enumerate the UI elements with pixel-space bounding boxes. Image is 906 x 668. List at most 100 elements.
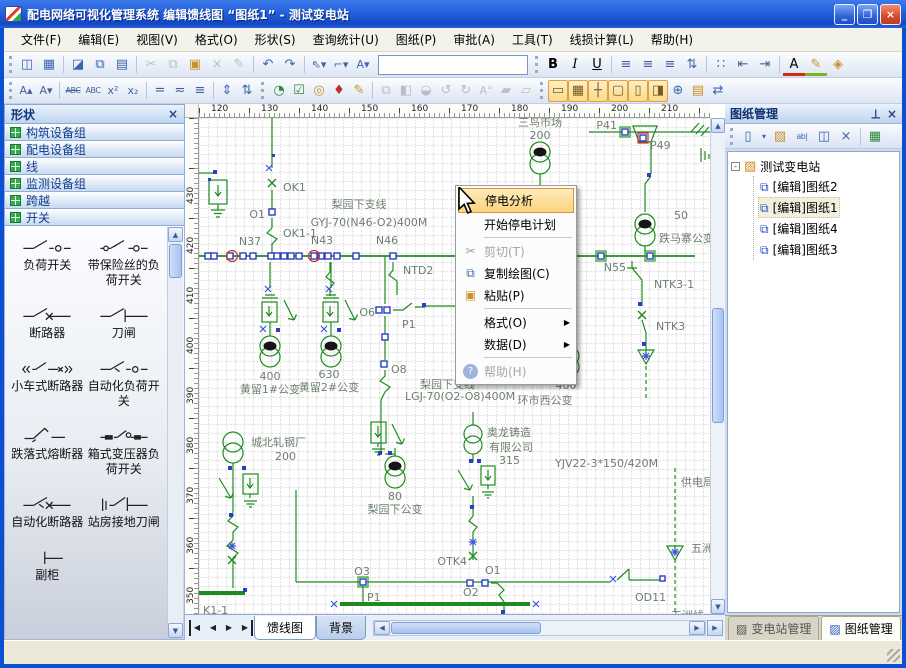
shape-item-dropout-fuse[interactable]: 跌落式熔断器 [9, 425, 86, 477]
flip-horizontal-icon[interactable]: ◧ [396, 80, 416, 102]
guides-toggle-icon[interactable]: ┼ [588, 80, 608, 102]
drawing-tree-item[interactable]: ⧉ [编辑]图纸3 [758, 239, 840, 260]
toolbar-grip[interactable] [9, 56, 13, 73]
menu-item[interactable]: 形状(S) [248, 28, 303, 51]
sheet-tab[interactable]: 馈线图 [254, 616, 316, 640]
italic-icon[interactable]: I [564, 54, 586, 76]
menu-item[interactable]: 视图(V) [129, 28, 185, 51]
copy-icon[interactable]: ⧉ [162, 54, 184, 76]
scrollbar-thumb[interactable] [169, 244, 182, 278]
menu-item[interactable]: 编辑(E) [71, 28, 126, 51]
menu-item[interactable]: 查询统计(U) [306, 28, 386, 51]
shape-item-circuit-breaker[interactable]: 断路器 [9, 304, 86, 341]
align-right-icon[interactable]: ≡ [659, 54, 681, 76]
shape-item-fused-load-switch[interactable]: 带保险丝的负荷开关 [86, 236, 163, 288]
swap-colors-icon[interactable]: ◨ [648, 80, 668, 102]
last-sheet-button[interactable]: ▶ [237, 620, 253, 636]
subscript-icon[interactable]: x₂ [123, 80, 143, 102]
menu-item[interactable]: 图纸(P) [389, 28, 444, 51]
shape-item-trolley-breaker[interactable]: 小车式断路器 [9, 357, 86, 409]
shape-group-bar[interactable]: 开关 [4, 209, 185, 226]
shape-item-automated-load-switch[interactable]: 自动化负荷开关 [86, 357, 163, 409]
rename-drawing-icon[interactable]: ab| [791, 125, 813, 147]
connector-tool-icon[interactable]: ⌐▾ [330, 54, 352, 76]
scroll-left-icon[interactable]: ◀ [374, 621, 390, 635]
shrink-font-icon[interactable]: A▾ [36, 80, 56, 102]
format-painter-icon[interactable]: ✎ [228, 54, 250, 76]
new-drawing-dropdown[interactable]: ▾ [759, 125, 769, 147]
shape-group-bar[interactable]: 构筑设备组 [4, 124, 185, 141]
delete-drawing-icon[interactable]: × [835, 125, 857, 147]
rotate-left-icon[interactable]: ↺ [436, 80, 456, 102]
scroll-down-icon[interactable]: ▼ [168, 623, 183, 638]
scrollbar-corner[interactable]: ▶ [707, 620, 723, 636]
prev-sheet-button[interactable]: ◀ [205, 620, 221, 636]
menu-item[interactable]: 线损计算(L) [563, 28, 641, 51]
space-below-icon[interactable]: ⇅ [237, 80, 257, 102]
shape-item-auxiliary-cabinet[interactable]: 副柜 [9, 546, 86, 583]
pin-icon[interactable]: ⊣ [868, 108, 882, 119]
context-menu-item-cut[interactable]: ✂ 剪切(T) [458, 240, 574, 262]
close-button[interactable]: × [880, 4, 901, 25]
letters-icon[interactable]: ABC [83, 80, 103, 102]
shape-group-bar[interactable]: 配电设备组 [4, 141, 185, 158]
context-menu-item-start-outage-plan[interactable]: 开始停电计划 [458, 213, 574, 235]
space-above-icon[interactable]: ⇕ [217, 80, 237, 102]
shape-group-bar[interactable]: 跨越 [4, 192, 185, 209]
toolbar-grip[interactable] [535, 56, 539, 73]
panel-tab[interactable]: ▨ 变电站管理 [728, 616, 819, 640]
bold-icon[interactable]: B [542, 54, 564, 76]
open-drawing-icon[interactable]: ▨ [769, 125, 791, 147]
context-menu-item-help[interactable]: ? 帮助(H) [458, 360, 574, 382]
scroll-down-icon[interactable]: ▼ [711, 599, 725, 614]
resize-grip[interactable] [887, 649, 900, 662]
menu-item[interactable]: 工具(T) [505, 28, 560, 51]
search-drawing-icon[interactable]: ◎ [309, 80, 329, 102]
collapse-icon[interactable]: - [731, 162, 740, 171]
context-menu-item-copy-drawing[interactable]: ⧉ 复制绘图(C) [458, 262, 574, 284]
menu-item[interactable]: 审批(A) [446, 28, 502, 51]
calculator-icon[interactable]: ▦ [38, 54, 60, 76]
page-setup-icon[interactable]: ▯ [628, 80, 648, 102]
marquee-toggle-icon[interactable]: ▢ [608, 80, 628, 102]
print-preview-icon[interactable]: ⧉ [89, 54, 111, 76]
first-sheet-button[interactable]: ◀ [189, 620, 205, 636]
menu-item[interactable]: 帮助(H) [644, 28, 700, 51]
context-menu-item-data[interactable]: 数据(D) ▶ [458, 333, 574, 355]
drawing-tree-item[interactable]: ⧉ [编辑]图纸1 [758, 197, 840, 218]
shape-item-box-transformer-load-switch[interactable]: 箱式变压器负荷开关 [86, 425, 163, 477]
align-shapes-icon[interactable]: ⧉ [376, 80, 396, 102]
text-tool-icon[interactable]: A▾ [352, 54, 374, 76]
align-center-icon[interactable]: ≡ [637, 54, 659, 76]
line-spacing-double-icon[interactable]: ≡ [190, 80, 210, 102]
scroll-right-icon[interactable]: ▶ [689, 621, 705, 635]
print-icon[interactable]: ▤ [111, 54, 133, 76]
vertical-text-icon[interactable]: ⇅ [681, 54, 703, 76]
bring-front-icon[interactable]: ▰ [496, 80, 516, 102]
scrollbar-track[interactable] [542, 621, 689, 635]
scroll-up-icon[interactable]: ▲ [711, 118, 725, 133]
pan-zoom-icon[interactable]: ⊕ [668, 80, 688, 102]
panels-icon[interactable]: ◫ [16, 54, 38, 76]
substation-diagram-icon[interactable]: ▦ [864, 125, 886, 147]
superscript-icon[interactable]: x² [103, 80, 123, 102]
scrollbar-thumb[interactable] [712, 308, 724, 423]
toolbar-grip[interactable] [9, 82, 13, 99]
sheet-tab[interactable]: 背景 [316, 616, 366, 640]
shape-item-automated-breaker[interactable]: 自动化断路器 [9, 493, 86, 530]
gallery-scrollbar[interactable]: ▲ ▼ [167, 227, 183, 638]
close-icon[interactable]: × [168, 107, 178, 121]
minimize-button[interactable]: _ [834, 4, 855, 25]
shape-item-knife-switch[interactable]: 刀闸 [86, 304, 163, 341]
align-left-icon[interactable]: ≡ [615, 54, 637, 76]
menu-item[interactable]: 文件(F) [14, 28, 68, 51]
edit-note-icon[interactable]: ✎ [349, 80, 369, 102]
drawing-tree-item[interactable]: ⧉ [编辑]图纸4 [758, 218, 840, 239]
ruler-toggle-icon[interactable]: ▭ [548, 80, 568, 102]
save-icon[interactable]: ◪ [67, 54, 89, 76]
scrollbar-thumb[interactable] [391, 622, 541, 634]
line-spacing-15-icon[interactable]: ≂ [170, 80, 190, 102]
shape-item-load-switch[interactable]: 负荷开关 [9, 236, 86, 288]
restore-button[interactable]: ❐ [857, 4, 878, 25]
new-drawing-icon[interactable]: ▯ [737, 125, 759, 147]
